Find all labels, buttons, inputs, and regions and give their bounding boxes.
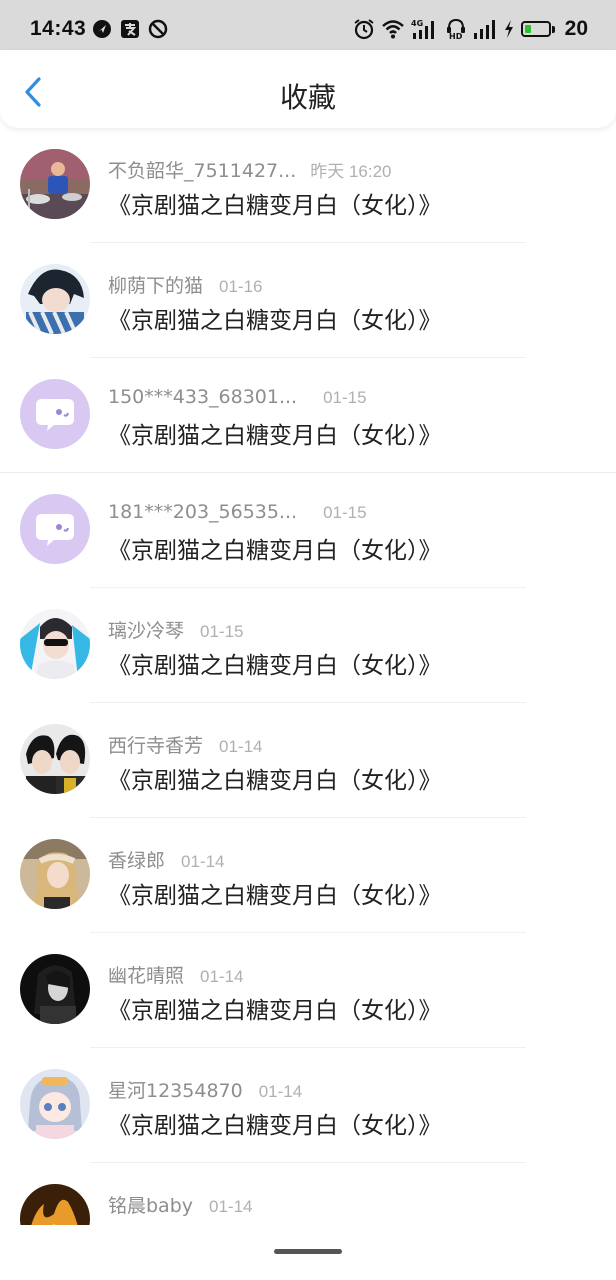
do-not-disturb-icon: [148, 19, 168, 39]
timestamp: 01-14: [200, 967, 244, 986]
avatar[interactable]: [20, 954, 90, 1024]
username[interactable]: 幽花晴照: [108, 961, 184, 988]
list-item[interactable]: 150***433_68301... 01-15 《京剧猫之白糖变月白（女化）》: [0, 358, 616, 473]
avatar[interactable]: [20, 1069, 90, 1139]
favorite-title[interactable]: 《京剧猫之白糖变月白（女化）》: [108, 416, 442, 450]
status-left-icons: [92, 19, 168, 39]
page-title: 收藏: [279, 81, 336, 114]
list-item[interactable]: 铭晨baby 01-14: [0, 1163, 616, 1225]
timestamp: 01-15: [323, 388, 367, 407]
item-meta: 幽花晴照 01-14: [108, 961, 244, 988]
timestamp: 01-15: [200, 622, 244, 641]
timestamp: 昨天 16:20: [310, 162, 392, 181]
favorite-title[interactable]: 《京剧猫之白糖变月白（女化）》: [108, 1106, 442, 1140]
timestamp: 01-14: [258, 1082, 303, 1101]
favorite-title[interactable]: 《京剧猫之白糖变月白（女化）》: [108, 876, 442, 910]
favorite-title[interactable]: 《京剧猫之白糖变月白（女化）》: [108, 991, 442, 1025]
username[interactable]: 西行寺香芳: [108, 731, 203, 758]
username[interactable]: 不负韶华_7511427...: [108, 156, 296, 183]
svg-text:HD: HD: [449, 32, 463, 40]
signal-icon: [473, 18, 497, 40]
pay-icon: [120, 19, 140, 39]
favorite-title[interactable]: 《京剧猫之白糖变月白（女化）》: [108, 646, 442, 680]
timestamp: 01-14: [181, 852, 225, 871]
signal-4g-icon: 4G: [411, 18, 439, 40]
charging-icon: [503, 18, 515, 40]
avatar[interactable]: [20, 149, 90, 219]
list-item[interactable]: 星河12354870 01-14 《京剧猫之白糖变月白（女化）》: [0, 1048, 616, 1163]
username[interactable]: 香绿郎: [108, 846, 165, 873]
username[interactable]: 150***433_68301...: [108, 386, 297, 408]
username[interactable]: 璃沙冷琴: [108, 616, 184, 643]
list-item[interactable]: 不负韶华_7511427... 昨天 16:20 《京剧猫之白糖变月白（女化）》: [0, 128, 616, 243]
favorite-title[interactable]: 《京剧猫之白糖变月白（女化）》: [108, 531, 442, 565]
navigation-icon: [92, 19, 112, 39]
alarm-icon: [353, 18, 375, 40]
item-meta: 西行寺香芳 01-14: [108, 731, 263, 758]
favorites-list[interactable]: 不负韶华_7511427... 昨天 16:20 《京剧猫之白糖变月白（女化）》…: [0, 128, 616, 1225]
wifi-icon: [381, 18, 405, 40]
favorite-title[interactable]: 《京剧猫之白糖变月白（女化）》: [108, 301, 442, 335]
username[interactable]: 铭晨baby: [108, 1191, 193, 1218]
item-meta: 璃沙冷琴 01-15: [108, 616, 244, 643]
username[interactable]: 柳荫下的猫: [108, 271, 203, 298]
favorite-title[interactable]: 《京剧猫之白糖变月白（女化）》: [108, 761, 442, 795]
list-item[interactable]: 柳荫下的猫 01-16 《京剧猫之白糖变月白（女化）》: [0, 243, 616, 358]
battery-percent: 20: [564, 17, 588, 40]
status-bar: 14:43 4G HD 20: [0, 0, 616, 50]
avatar[interactable]: [20, 724, 90, 794]
avatar[interactable]: [20, 839, 90, 909]
avatar[interactable]: [20, 1184, 90, 1225]
avatar[interactable]: [20, 609, 90, 679]
item-meta: 铭晨baby 01-14: [108, 1191, 253, 1218]
status-right-icons: 4G HD 20: [353, 17, 588, 41]
list-item[interactable]: 西行寺香芳 01-14 《京剧猫之白糖变月白（女化）》: [0, 703, 616, 818]
list-item[interactable]: 181***203_56535... 01-15 《京剧猫之白糖变月白（女化）》: [0, 473, 616, 588]
item-meta: 不负韶华_7511427... 昨天 16:20: [108, 156, 392, 183]
avatar[interactable]: [20, 264, 90, 334]
favorite-title[interactable]: 《京剧猫之白糖变月白（女化）》: [108, 186, 442, 220]
hd-voice-icon: HD: [445, 18, 467, 41]
item-meta: 香绿郎 01-14: [108, 846, 225, 873]
username[interactable]: 181***203_56535...: [108, 501, 297, 523]
default-chat-avatar[interactable]: [20, 379, 90, 449]
list-item[interactable]: 香绿郎 01-14 《京剧猫之白糖变月白（女化）》: [0, 818, 616, 933]
timestamp: 01-16: [219, 277, 263, 296]
nav-bar: 收藏: [0, 50, 616, 128]
list-item[interactable]: 幽花晴照 01-14 《京剧猫之白糖变月白（女化）》: [0, 933, 616, 1048]
item-meta: 181***203_56535... 01-15: [108, 501, 367, 523]
list-item[interactable]: 璃沙冷琴 01-15 《京剧猫之白糖变月白（女化）》: [0, 588, 616, 703]
item-meta: 星河12354870 01-14: [108, 1076, 302, 1103]
username[interactable]: 星河12354870: [108, 1076, 243, 1103]
status-time: 14:43: [30, 17, 87, 40]
svg-text:4G: 4G: [411, 19, 423, 28]
battery-icon: [520, 21, 555, 37]
default-chat-avatar[interactable]: [20, 494, 90, 564]
item-meta: 150***433_68301... 01-15: [108, 386, 367, 408]
home-indicator[interactable]: [274, 1249, 342, 1254]
timestamp: 01-14: [209, 1197, 253, 1216]
timestamp: 01-15: [323, 503, 367, 522]
timestamp: 01-14: [219, 737, 263, 756]
item-meta: 柳荫下的猫 01-16: [108, 271, 263, 298]
